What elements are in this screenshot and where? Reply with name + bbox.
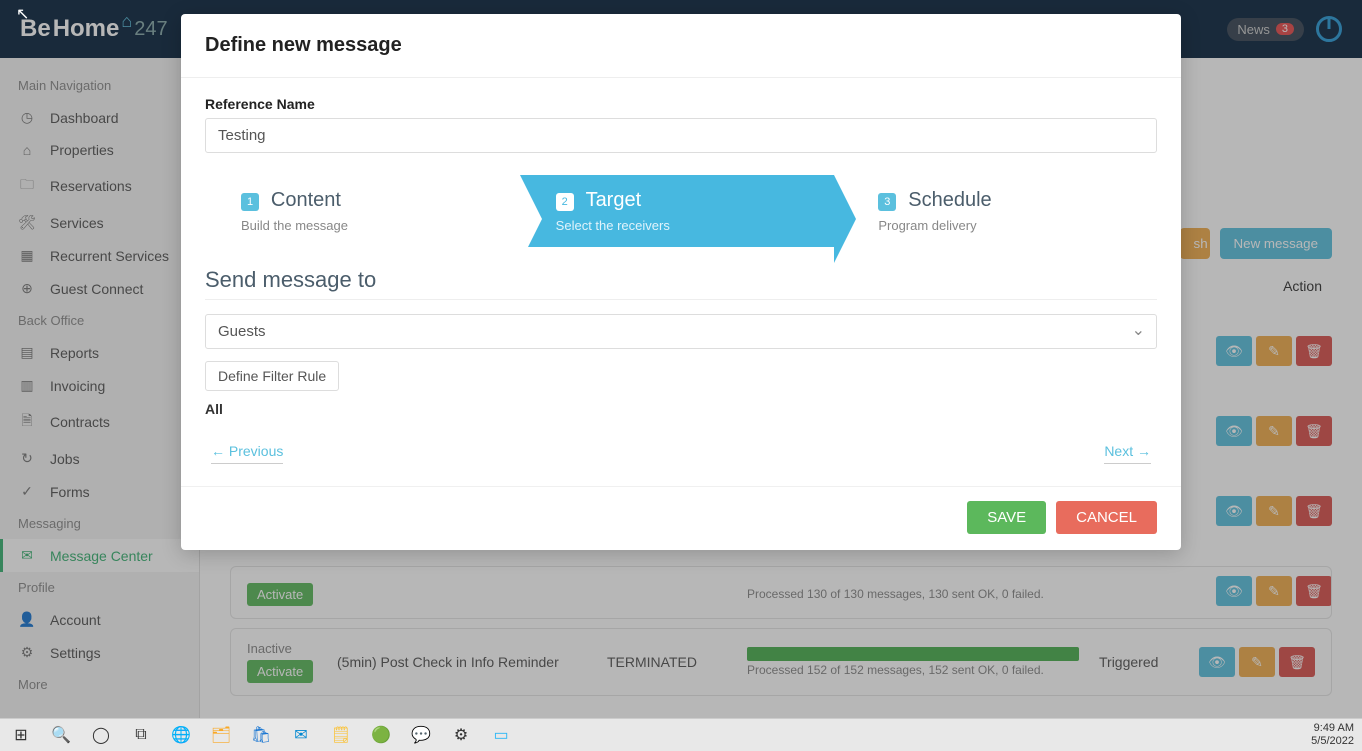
reference-name-label: Reference Name xyxy=(205,96,1157,112)
reference-name-input[interactable] xyxy=(205,118,1157,153)
start-icon[interactable]: ⊞ xyxy=(8,722,34,748)
taskview-icon[interactable]: ⧉ xyxy=(128,722,154,748)
settings-app-icon[interactable]: ⚙ xyxy=(448,722,474,748)
step-number: 2 xyxy=(556,193,574,211)
recipient-select[interactable]: Guests xyxy=(205,314,1157,349)
search-icon[interactable]: 🔍 xyxy=(48,722,74,748)
step-schedule[interactable]: 3 Schedule Program delivery xyxy=(834,175,1157,247)
step-desc: Program delivery xyxy=(878,218,1137,233)
define-message-modal: Define new message Reference Name 1 Cont… xyxy=(181,14,1181,550)
define-filter-button[interactable]: Define Filter Rule xyxy=(205,361,339,391)
cancel-button[interactable]: CANCEL xyxy=(1056,501,1157,534)
step-title: Schedule xyxy=(908,189,991,211)
cortana-icon[interactable]: ◯ xyxy=(88,722,114,748)
step-content[interactable]: 1 Content Build the message xyxy=(205,175,520,247)
step-desc: Build the message xyxy=(241,218,500,233)
taskbar: ⊞ 🔍 ◯ ⧉ 🌐 🗂 🛍 ✉ 🗒 🟢 💬 ⚙ ▭ 9:49 AM 5/5/20… xyxy=(0,718,1362,751)
save-button[interactable]: SAVE xyxy=(967,501,1046,534)
step-desc: Select the receivers xyxy=(556,218,815,233)
store-icon[interactable]: 🛍 xyxy=(248,722,274,748)
slack-icon[interactable]: 💬 xyxy=(408,722,434,748)
app-icon[interactable]: ▭ xyxy=(488,722,514,748)
step-target[interactable]: 2 Target Select the receivers xyxy=(520,175,835,247)
taskbar-time: 9:49 AM xyxy=(1311,722,1354,735)
chrome-icon[interactable]: 🟢 xyxy=(368,722,394,748)
step-number: 3 xyxy=(878,193,896,211)
step-title: Target xyxy=(586,189,642,211)
explorer-icon[interactable]: 🗂 xyxy=(208,722,234,748)
modal-header: Define new message xyxy=(181,14,1181,78)
edge-icon[interactable]: 🌐 xyxy=(168,722,194,748)
modal-title: Define new message xyxy=(205,34,1157,57)
notes-icon[interactable]: 🗒 xyxy=(328,722,354,748)
taskbar-date: 5/5/2022 xyxy=(1311,735,1354,748)
send-to-heading: Send message to xyxy=(205,267,1157,300)
filter-all-label: All xyxy=(205,401,1157,417)
clock[interactable]: 9:49 AM 5/5/2022 xyxy=(1311,722,1354,748)
step-title: Content xyxy=(271,189,341,211)
step-number: 1 xyxy=(241,193,259,211)
mail-app-icon[interactable]: ✉ xyxy=(288,722,314,748)
previous-link[interactable]: ← Previous xyxy=(211,443,283,464)
next-link[interactable]: Next → xyxy=(1104,443,1151,464)
wizard-stepper: 1 Content Build the message 2 Target Sel… xyxy=(205,175,1157,247)
